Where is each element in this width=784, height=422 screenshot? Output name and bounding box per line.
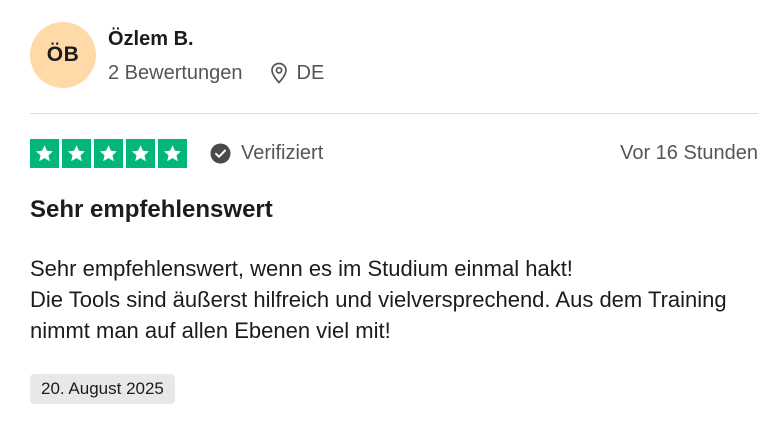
check-circle-icon: [210, 143, 231, 164]
star-icon: [158, 138, 187, 168]
review-title[interactable]: Sehr empfehlenswert: [30, 194, 273, 226]
reviewer-header: ÖB Özlem B. 2 Bewertungen DE: [30, 22, 324, 88]
star-icon: [62, 138, 91, 168]
star-icon: [126, 138, 155, 168]
experience-date-badge: 20. August 2025: [30, 374, 175, 404]
verified-label: Verifiziert: [241, 141, 324, 164]
review-count: 2 Bewertungen: [108, 62, 243, 84]
reviewer-meta: 2 Bewertungen DE: [108, 60, 324, 86]
reviewer-country: DE: [296, 62, 325, 84]
review-card: ÖB Özlem B. 2 Bewertungen DE Verifiziert…: [0, 0, 784, 422]
review-body-line: Die Tools sind äußerst hilfreich und vie…: [30, 287, 727, 343]
review-body-line: Sehr empfehlenswert, wenn es im Studium …: [30, 256, 573, 281]
avatar[interactable]: ÖB: [30, 22, 96, 88]
star-icon: [94, 138, 123, 168]
star-rating: [30, 138, 187, 168]
reviewer-info: Özlem B. 2 Bewertungen DE: [108, 26, 324, 86]
reviewer-name[interactable]: Özlem B.: [108, 26, 324, 52]
divider: [30, 113, 758, 114]
review-body: Sehr empfehlenswert, wenn es im Studium …: [30, 253, 760, 346]
star-icon: [30, 138, 59, 168]
rating-row: Verifiziert Vor 16 Stunden: [30, 138, 758, 168]
review-timestamp: Vor 16 Stunden: [620, 141, 758, 164]
verified-badge[interactable]: Verifiziert: [210, 142, 323, 165]
location-pin-icon: [269, 62, 289, 84]
